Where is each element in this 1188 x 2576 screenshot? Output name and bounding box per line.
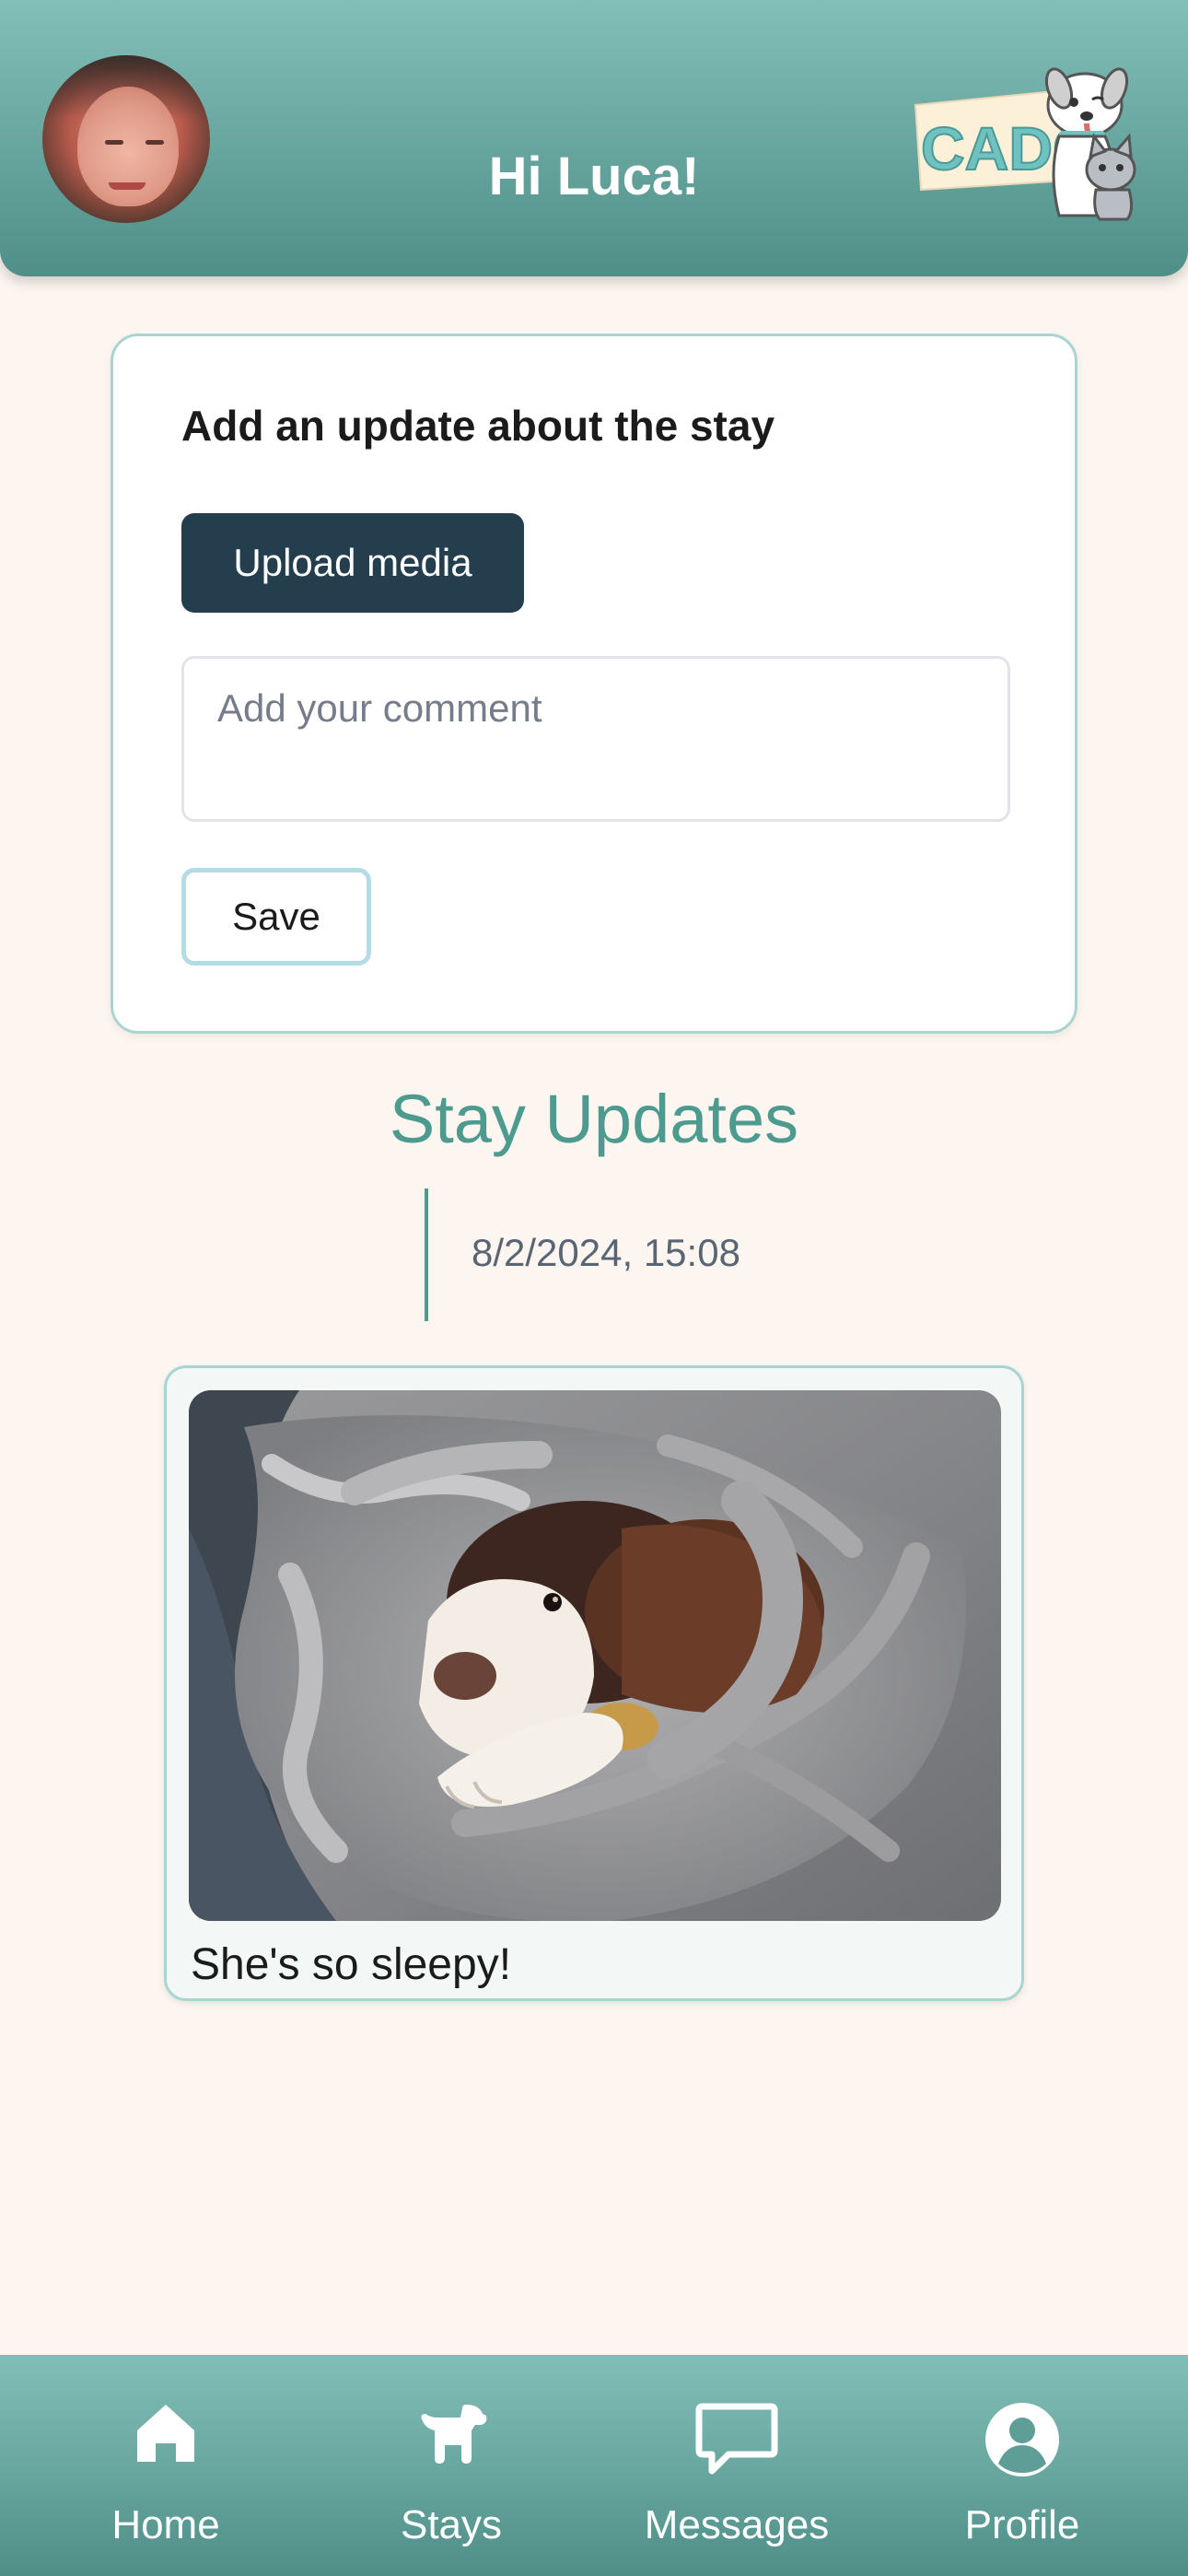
- stay-updates-title: Stay Updates: [389, 1081, 799, 1157]
- update-caption: She's so sleepy!: [191, 1940, 512, 1989]
- cado-logo: CADO: [914, 67, 1136, 221]
- home-icon: [137, 2405, 194, 2462]
- dog-icon: [421, 2405, 487, 2464]
- bottom-nav: Home Stays Messages Profile: [0, 2355, 1188, 2576]
- nav-label-home: Home: [111, 2502, 220, 2547]
- app-header: Hi Luca! CADO: [0, 0, 1188, 276]
- sleeping-dog-photo: [189, 1390, 1001, 1921]
- comment-input[interactable]: [181, 656, 1010, 822]
- add-update-title: Add an update about the stay: [181, 402, 775, 450]
- update-photo[interactable]: [189, 1390, 1001, 1921]
- nav-label-stays: Stays: [400, 2502, 503, 2547]
- avatar-eye-right: [146, 140, 164, 145]
- stay-update-card[interactable]: She's so sleepy!: [164, 1365, 1024, 2001]
- chat-bubble-icon: [695, 2403, 778, 2475]
- nav-item-home[interactable]: Home: [46, 2355, 285, 2576]
- upload-media-button[interactable]: Upload media: [181, 513, 524, 613]
- nav-label-profile: Profile: [964, 2502, 1080, 2547]
- nav-item-messages[interactable]: Messages: [617, 2355, 856, 2576]
- user-circle-icon: [985, 2403, 1059, 2476]
- avatar-eye-left: [105, 140, 123, 145]
- update-timestamp: 8/2/2024, 15:08: [472, 1231, 740, 1274]
- nav-item-profile[interactable]: Profile: [903, 2355, 1142, 2576]
- save-button[interactable]: Save: [181, 868, 371, 966]
- add-update-card: Add an update about the stay Upload medi…: [111, 334, 1077, 1034]
- nav-label-messages: Messages: [644, 2502, 830, 2547]
- timeline-line: [425, 1188, 428, 1321]
- nav-item-stays[interactable]: Stays: [332, 2355, 571, 2576]
